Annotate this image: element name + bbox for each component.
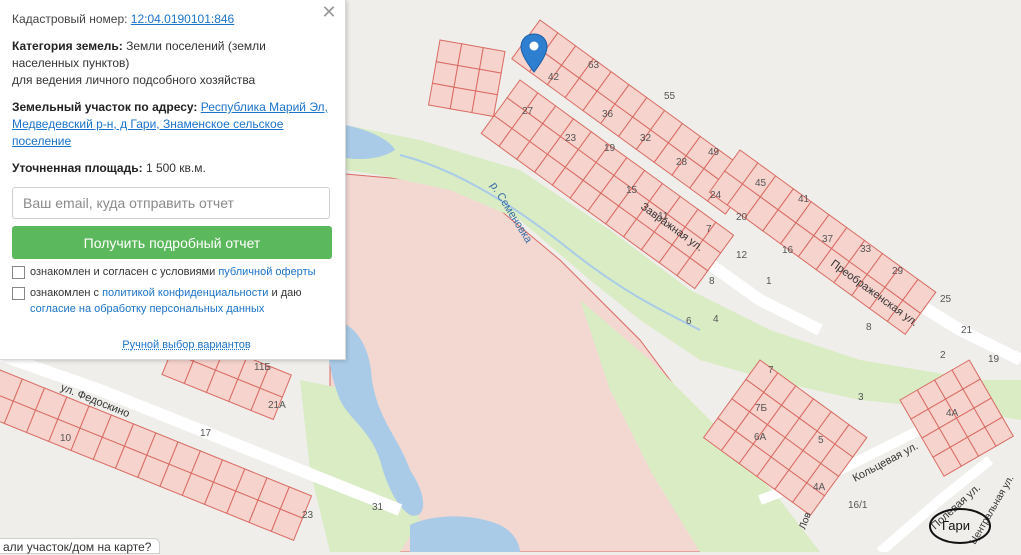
house-number: 11Б	[254, 362, 271, 373]
category-label: Категория земель:	[12, 39, 123, 53]
house-number: 21	[961, 325, 973, 336]
house-number: 27	[522, 106, 534, 117]
public-offer-link[interactable]: публичной оферты	[218, 266, 315, 278]
house-number: 55	[664, 91, 676, 102]
house-number: 7	[768, 365, 774, 376]
house-number: 1	[766, 276, 772, 287]
terms-label: ознакомлен и согласен с условиями	[30, 266, 215, 278]
category-use: для ведения личного подсобного хозяйства	[12, 73, 255, 87]
land-parcel[interactable]	[450, 87, 476, 112]
house-number: 11	[658, 211, 669, 222]
privacy-policy-link[interactable]: политикой конфиденциальности	[102, 287, 268, 299]
house-number: 17	[200, 428, 212, 439]
house-number: 5	[818, 435, 824, 446]
house-number: 45	[755, 178, 767, 189]
area-label: Уточненная площадь:	[12, 161, 143, 175]
category-row: Категория земель: Земли поселений (земли…	[12, 38, 331, 89]
village-label: Гари	[942, 518, 970, 533]
house-number: 23	[565, 133, 577, 144]
house-number: 23	[302, 510, 314, 521]
house-number: 3	[858, 392, 864, 403]
house-number: 36	[602, 109, 614, 120]
house-number: 16	[782, 245, 794, 256]
house-number: 7Б	[755, 403, 768, 414]
parcel-info-panel: ✕ Кадастровый номер: 12:04.0190101:846 К…	[0, 0, 346, 360]
land-parcel[interactable]	[429, 83, 455, 109]
cadastral-number-link[interactable]: 12:04.0190101:846	[131, 12, 234, 26]
house-number: 8	[709, 276, 715, 287]
data-consent-link[interactable]: согласие на обработку персональных данны…	[30, 303, 264, 315]
close-icon[interactable]: ✕	[321, 4, 337, 20]
privacy-checkbox-row: ознакомлен с политикой конфиденциальност…	[12, 285, 331, 317]
house-number: 8	[866, 322, 872, 333]
land-parcel[interactable]	[436, 40, 462, 66]
land-parcel[interactable]	[476, 69, 502, 95]
house-number: 4А	[946, 408, 959, 419]
house-number: 41	[798, 194, 810, 205]
house-number: 2	[940, 350, 946, 361]
get-report-button[interactable]: Получить подробный отчет	[12, 226, 332, 259]
house-number: 15	[626, 185, 638, 196]
privacy-checkbox[interactable]	[12, 287, 25, 300]
house-number: 21А	[268, 400, 286, 411]
house-number: 63	[588, 60, 600, 71]
manual-select-link[interactable]: Ручной выбор вариантов	[122, 339, 250, 351]
house-number: 20	[736, 212, 748, 223]
manual-select-row: Ручной выбор вариантов	[12, 339, 331, 351]
terms-checkbox-row: ознакомлен и согласен с условиями публич…	[12, 264, 331, 280]
house-number: 31	[372, 502, 384, 513]
terms-text: ознакомлен и согласен с условиями публич…	[30, 264, 316, 280]
land-parcel[interactable]	[454, 66, 480, 92]
email-input[interactable]	[12, 187, 330, 219]
house-number: 33	[860, 244, 872, 255]
land-parcel[interactable]	[458, 44, 484, 70]
house-number: 19	[604, 143, 616, 154]
area-row: Уточненная площадь: 1 500 кв.м.	[12, 160, 331, 177]
cadastral-row: Кадастровый номер: 12:04.0190101:846	[12, 11, 331, 28]
house-number: 16/1	[848, 500, 868, 511]
privacy-label: ознакомлен с	[30, 287, 99, 299]
house-number: 10	[60, 433, 72, 444]
address-row: Земельный участок по адресу: Республика …	[12, 99, 331, 150]
house-number: 4А	[813, 482, 826, 493]
privacy-and: и даю	[272, 287, 302, 299]
house-number: 6А	[754, 432, 767, 443]
land-parcel[interactable]	[432, 62, 457, 87]
house-number: 25	[940, 294, 952, 305]
house-number: 37	[822, 234, 834, 245]
privacy-text: ознакомлен с политикой конфиденциальност…	[30, 285, 302, 317]
house-number: 24	[710, 190, 722, 201]
land-parcel[interactable]	[480, 48, 506, 74]
house-number: 19	[988, 354, 1000, 365]
house-number: 12	[736, 250, 748, 261]
house-number: 49	[708, 147, 720, 158]
house-number: 42	[548, 72, 560, 83]
cadastral-label: Кадастровый номер:	[12, 12, 127, 26]
land-parcel[interactable]	[472, 91, 498, 117]
address-label: Земельный участок по адресу:	[12, 100, 197, 114]
terms-checkbox[interactable]	[12, 266, 25, 279]
house-number: 4	[713, 314, 719, 325]
house-number: 6	[686, 316, 692, 327]
house-number: 32	[640, 133, 652, 144]
house-number: 28	[676, 157, 688, 168]
area-value: 1 500 кв.м.	[146, 161, 206, 175]
house-number: 7	[706, 224, 712, 235]
house-number: 29	[892, 266, 904, 277]
